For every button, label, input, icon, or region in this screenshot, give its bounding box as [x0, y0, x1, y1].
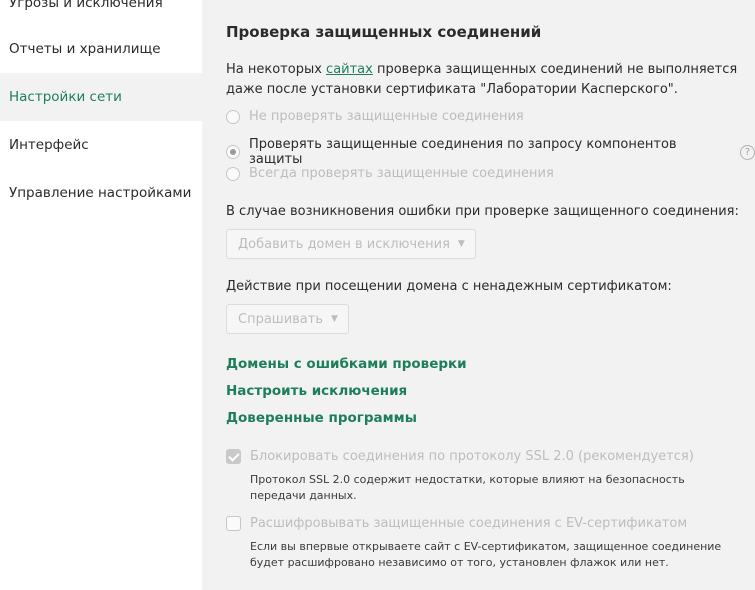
- sidebar-item-label: Настройки сети: [9, 89, 122, 105]
- settings-panel: Проверка защищенных соединений На некото…: [202, 0, 755, 590]
- help-icon[interactable]: ?: [740, 144, 755, 160]
- select-value: Спрашивать: [238, 311, 324, 327]
- sidebar: Угрозы и исключения Отчеты и хранилище Н…: [0, 0, 202, 590]
- untrusted-cert-label: Действие при посещении домена с ненадежн…: [226, 279, 672, 294]
- untrusted-cert-select[interactable]: Спрашивать ▼: [226, 304, 349, 334]
- error-action-label: В случае возникновения ошибки при провер…: [226, 204, 739, 219]
- domains-errors-link[interactable]: Домены с ошибками проверки: [226, 356, 467, 372]
- ev-note: Если вы впервые открываете сайт с EV-сер…: [250, 540, 722, 569]
- radio-button[interactable]: [226, 145, 240, 159]
- radio-dont-check[interactable]: Не проверять защищенные соединения: [226, 109, 524, 124]
- section-title: Проверка защищенных соединений: [226, 23, 542, 41]
- sidebar-item-label: Интерфейс: [9, 137, 89, 153]
- checkbox[interactable]: [226, 516, 241, 531]
- sidebar-item-manage-settings[interactable]: Управление настройками: [0, 169, 202, 217]
- sidebar-item-network[interactable]: Настройки сети: [0, 73, 202, 121]
- radio-label: Проверять защищенные соединения по запро…: [248, 137, 677, 167]
- sidebar-item-interface[interactable]: Интерфейс: [0, 121, 202, 169]
- chevron-down-icon: ▼: [331, 314, 338, 324]
- checkbox[interactable]: [226, 449, 241, 464]
- radio-button[interactable]: [226, 166, 240, 181]
- error-action-select[interactable]: Добавить домен в исключения ▼: [226, 229, 476, 259]
- radio-label: Не проверять защищенные соединения: [249, 109, 524, 124]
- sites-link[interactable]: сайтах: [326, 62, 373, 77]
- section-description: На некоторых сайтах проверка защищенных …: [226, 60, 746, 99]
- ev-decrypt-option[interactable]: Расшифровывать защищенные соединения с E…: [226, 516, 687, 531]
- checkbox-label: Расшифровывать защищенные соединения с E…: [250, 516, 688, 531]
- ssl2-block-option[interactable]: Блокировать соединения по протоколу SSL …: [226, 449, 694, 464]
- sidebar-item-label: Угрозы и исключения: [9, 0, 163, 11]
- configure-exclusions-link[interactable]: Настроить исключения: [226, 383, 407, 399]
- description-text: На некоторых: [226, 62, 327, 77]
- trusted-apps-link[interactable]: Доверенные программы: [226, 410, 417, 426]
- radio-label: Всегда проверять защищенные соединения: [249, 166, 554, 181]
- sidebar-item-reports[interactable]: Отчеты и хранилище: [0, 25, 202, 73]
- select-value: Добавить домен в исключения: [238, 236, 450, 252]
- radio-always-check[interactable]: Всегда проверять защищенные соединения: [226, 166, 554, 181]
- radio-button[interactable]: [226, 109, 240, 124]
- ssl2-note: Протокол SSL 2.0 содержит недостатки, ко…: [250, 473, 685, 502]
- checkbox-label: Блокировать соединения по протоколу SSL …: [250, 449, 694, 464]
- sidebar-item-label: Управление настройками: [9, 185, 192, 201]
- sidebar-item-threats[interactable]: Угрозы и исключения: [0, 0, 202, 27]
- radio-check-on-request[interactable]: Проверять защищенные соединения по запро…: [226, 137, 755, 167]
- sidebar-item-label: Отчеты и хранилище: [9, 41, 161, 57]
- chevron-down-icon: ▼: [457, 239, 465, 249]
